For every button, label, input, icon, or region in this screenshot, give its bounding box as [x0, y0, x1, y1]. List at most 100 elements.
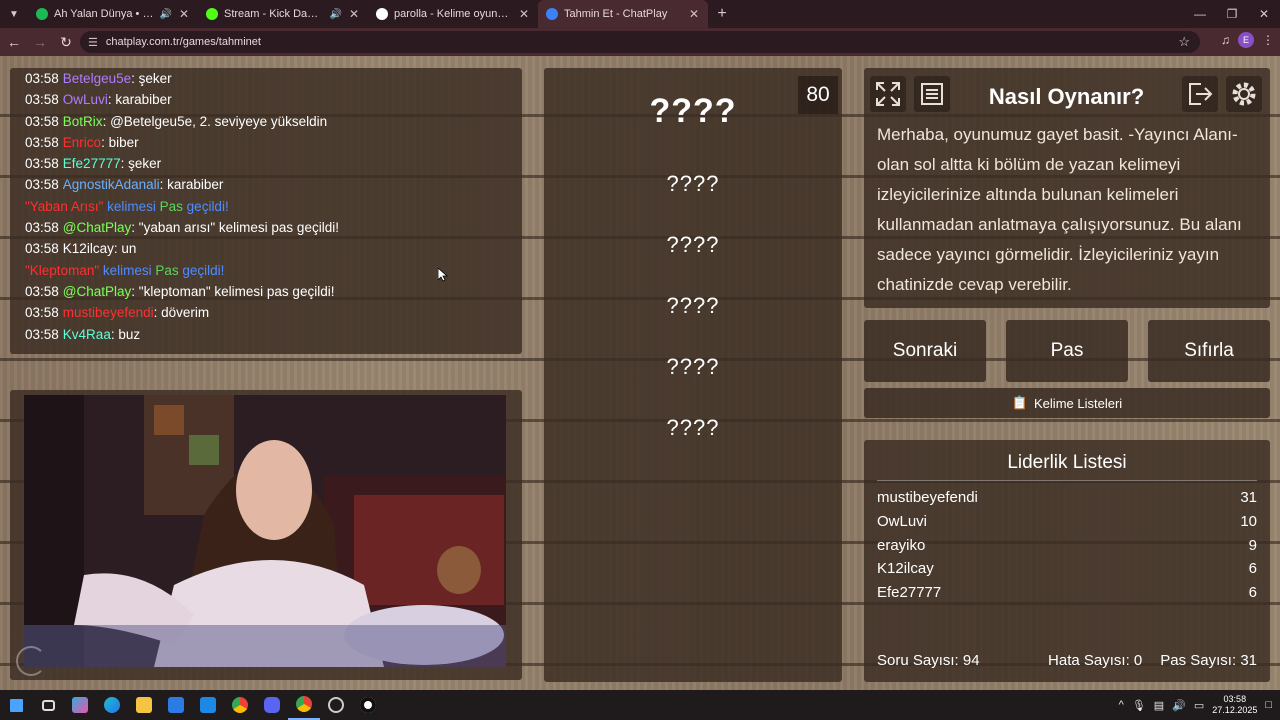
reset-button[interactable]: Sıfırla	[1148, 320, 1270, 382]
tab-close-icon[interactable]: ✕	[178, 7, 190, 21]
menu-kebab-icon[interactable]: ⋮	[1262, 33, 1274, 47]
back-icon[interactable]: ←	[2, 30, 26, 54]
bookmark-star-icon[interactable]: ☆	[1178, 34, 1190, 50]
how-to-play-text: Merhaba, oyunumuz gayet basit. -Yayıncı …	[877, 125, 1242, 294]
chat-timestamp: 03:58	[25, 241, 59, 257]
exit-icon[interactable]	[1182, 76, 1218, 112]
microphone-icon[interactable]: 🎙	[1132, 699, 1146, 712]
site-info-icon[interactable]: ☰	[88, 36, 98, 49]
forbidden-word: ????	[666, 232, 720, 257]
forbidden-word: ????	[666, 354, 720, 379]
chat-timestamp: 03:58	[25, 156, 59, 172]
word-panel: 80 ???? ????????????????????	[544, 68, 842, 682]
chat-username[interactable]: Enrico	[63, 135, 101, 150]
start-windows-icon[interactable]	[0, 690, 32, 720]
forbidden-word: ????	[666, 293, 720, 318]
leaderboard-name: erayiko	[877, 536, 926, 554]
chrome-icon[interactable]	[224, 690, 256, 720]
copilot-icon[interactable]	[64, 690, 96, 720]
chrome-active-icon[interactable]	[288, 690, 320, 720]
obs-icon[interactable]	[352, 690, 384, 720]
leaderboard-name: K12ilcay	[877, 560, 934, 578]
chat-notice-part: Pas	[159, 198, 183, 214]
network-icon[interactable]: ▤	[1154, 699, 1164, 712]
fullscreen-icon[interactable]	[870, 76, 906, 112]
notes-icon[interactable]	[914, 76, 950, 112]
leaderboard-row: erayiko 9	[877, 534, 1257, 558]
tab-strip: Ah Yalan Dünya • BATUBOY🔊✕Stream - Kick …	[28, 0, 708, 28]
tab-close-icon[interactable]: ✕	[348, 7, 360, 21]
chat-message: 03:58 Betelgeu5e: şeker	[25, 68, 522, 89]
forward-icon[interactable]: →	[28, 30, 52, 54]
browser-tab[interactable]: Ah Yalan Dünya • BATUBOY 🔊 ✕	[28, 0, 198, 28]
chat-username[interactable]: AgnostikAdanali	[63, 177, 160, 192]
leaderboard-divider	[877, 480, 1257, 481]
minimize-icon[interactable]: —	[1184, 0, 1216, 28]
browser-tab[interactable]: Tahmin Et - ChatPlay ✕	[538, 0, 708, 28]
tab-title: Tahmin Et - ChatPlay	[564, 8, 668, 20]
media-control-icon[interactable]: ♫	[1221, 33, 1230, 47]
browser-tab[interactable]: Stream - Kick Dashboard 🔊 ✕	[198, 0, 368, 28]
chat-username[interactable]: BotRix	[63, 114, 103, 129]
chat-message: 03:58 OwLuvi: karabiber	[25, 89, 522, 110]
chat-username[interactable]: Betelgeu5e	[63, 71, 131, 86]
url-text: chatplay.com.tr/games/tahminet	[105, 36, 261, 48]
chat-username[interactable]: Kv4Raa	[63, 327, 111, 342]
tab-audio-icon[interactable]: 🔊	[160, 9, 172, 20]
chat-username[interactable]: Efe27777	[63, 156, 121, 171]
task-view-icon[interactable]	[32, 690, 64, 720]
forbidden-word: ????	[666, 171, 720, 196]
tab-close-icon[interactable]: ✕	[518, 7, 530, 21]
webcam-video	[24, 395, 506, 667]
url-input[interactable]: ☰ chatplay.com.tr/games/tahminet ☆	[80, 31, 1200, 53]
chat-text: : şeker	[131, 71, 172, 86]
leaderboard-score: 6	[1248, 584, 1257, 600]
chat-username[interactable]: "Kleptoman"	[25, 263, 99, 278]
volume-icon[interactable]: 🔊	[1172, 699, 1186, 712]
chat-message: 03:58 @ChatPlay: "yaban arısı" kelimesi p…	[25, 217, 522, 238]
chat-message: 03:58 Enrico: biber	[25, 132, 522, 153]
tray-chevron-icon[interactable]: ^	[1119, 699, 1124, 711]
stats-right: Hata Sayısı: 0 Pas Sayısı: 31	[1048, 652, 1257, 669]
question-count: Soru Sayısı: 94	[877, 652, 980, 669]
battery-icon[interactable]: ▭	[1194, 699, 1204, 712]
tab-title: parolla - Kelime oyunu. Günlük	[394, 8, 512, 20]
clock[interactable]: 03:58 27.12.2025	[1212, 694, 1257, 716]
chat-username[interactable]: "Yaban Arısı"	[25, 199, 103, 214]
chatplay-icon	[546, 8, 558, 20]
profile-avatar[interactable]: E	[1238, 32, 1254, 48]
chat-username[interactable]: mustibeyefendi	[63, 305, 154, 320]
leaderboard-name: OwLuvi	[877, 512, 928, 530]
chat-text: : "yaban arısı" kelimesi pas geçildi!	[131, 220, 339, 236]
discord-icon[interactable]	[256, 690, 288, 720]
file-explorer-icon[interactable]	[128, 690, 160, 720]
mail-icon[interactable]	[192, 690, 224, 720]
close-window-icon[interactable]: ✕	[1248, 0, 1280, 28]
tab-audio-icon[interactable]: 🔊	[330, 9, 342, 20]
tab-search-icon[interactable]: ▼	[0, 0, 28, 28]
leaderboard-list[interactable]: mustibeyefendi 31 OwLuvi 10 erayiko 9 K12ilcay…	[877, 486, 1257, 600]
chat-username[interactable]: @ChatPlay	[63, 220, 131, 235]
mouse-cursor-icon	[438, 268, 448, 282]
chat-username[interactable]: K12ilcay	[63, 241, 114, 256]
edge-icon[interactable]	[96, 690, 128, 720]
word-lists-button[interactable]: 📋 Kelime Listeleri	[864, 388, 1270, 418]
browser-tab[interactable]: parolla - Kelime oyunu. Günlük ✕	[368, 0, 538, 28]
chat-username[interactable]: OwLuvi	[63, 92, 108, 107]
settings-gear-icon[interactable]	[1226, 76, 1262, 112]
pass-button[interactable]: Pas	[1006, 320, 1128, 382]
new-tab-button[interactable]: +	[708, 5, 736, 23]
app-icon[interactable]	[320, 690, 352, 720]
notifications-icon[interactable]: □	[1265, 699, 1272, 711]
next-button[interactable]: Sonraki	[864, 320, 986, 382]
chat-username[interactable]: @ChatPlay	[63, 284, 131, 299]
tab-close-icon[interactable]: ✕	[688, 7, 700, 21]
leaderboard-title: Liderlik Listesi	[1007, 452, 1127, 473]
parolla-icon	[376, 8, 388, 20]
chat-message: 03:58 mustibeyefendi: döverim	[25, 302, 522, 323]
leaderboard-row: mustibeyefendi 31	[877, 486, 1257, 510]
reload-icon[interactable]: ↻	[54, 30, 78, 54]
restore-icon[interactable]: ❐	[1216, 0, 1248, 28]
store-icon[interactable]	[160, 690, 192, 720]
chat-timestamp: 03:58	[25, 134, 59, 150]
